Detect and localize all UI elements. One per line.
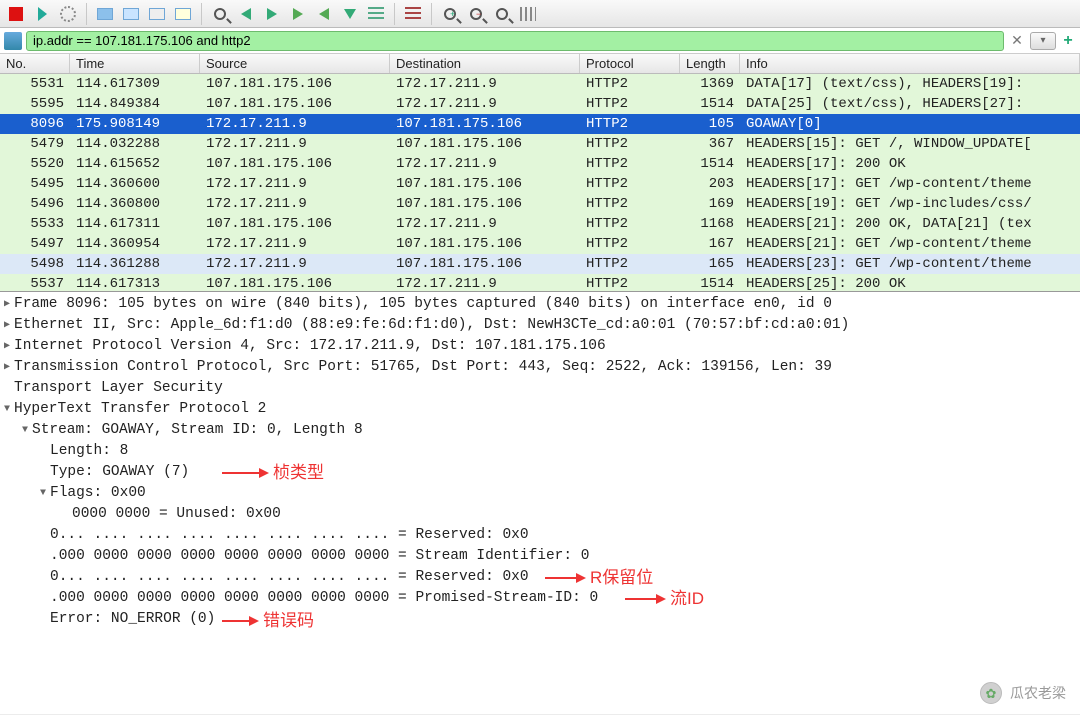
packet-row[interactable]: 5495114.360600172.17.211.9107.181.175.10… — [0, 174, 1080, 194]
col-source[interactable]: Source — [200, 54, 390, 74]
watermark-text: 瓜农老梁 — [1010, 683, 1066, 704]
restart-capture-button[interactable] — [56, 2, 80, 26]
packet-row[interactable]: 5533114.617311107.181.175.106172.17.211.… — [0, 214, 1080, 234]
packet-row[interactable]: 5479114.032288172.17.211.9107.181.175.10… — [0, 134, 1080, 154]
packet-row[interactable]: 5520114.615652107.181.175.106172.17.211.… — [0, 154, 1080, 174]
tree-error[interactable]: Error: NO_ERROR (0) — [0, 609, 1080, 630]
tree-ethernet[interactable]: ▶Ethernet II, Src: Apple_6d:f1:d0 (88:e9… — [0, 315, 1080, 336]
tree-type[interactable]: Type: GOAWAY (7) — [0, 462, 1080, 483]
tree-stream[interactable]: ▼Stream: GOAWAY, Stream ID: 0, Length 8 — [0, 420, 1080, 441]
tree-length[interactable]: Length: 8 — [0, 441, 1080, 462]
display-filter-bar: ✕ + — [0, 28, 1080, 54]
packet-row[interactable]: 5595114.849384107.181.175.106172.17.211.… — [0, 94, 1080, 114]
tree-ip[interactable]: ▶Internet Protocol Version 4, Src: 172.1… — [0, 336, 1080, 357]
packet-list-body[interactable]: 5531114.617309107.181.175.106172.17.211.… — [0, 74, 1080, 292]
tree-tls[interactable]: Transport Layer Security — [0, 378, 1080, 399]
zoom-in-button[interactable] — [438, 2, 462, 26]
tree-reserved1[interactable]: 0... .... .... .... .... .... .... .... … — [0, 525, 1080, 546]
col-protocol[interactable]: Protocol — [580, 54, 680, 74]
tree-http2[interactable]: ▼HyperText Transfer Protocol 2 — [0, 399, 1080, 420]
packet-row[interactable]: 5537114.617313107.181.175.106172.17.211.… — [0, 274, 1080, 292]
col-no[interactable]: No. — [0, 54, 70, 74]
packet-list-header: No. Time Source Destination Protocol Len… — [0, 54, 1080, 74]
zoom-reset-button[interactable] — [490, 2, 514, 26]
start-capture-button[interactable] — [30, 2, 54, 26]
filter-history-dropdown[interactable] — [1030, 32, 1056, 50]
packet-row[interactable]: 5497114.360954172.17.211.9107.181.175.10… — [0, 234, 1080, 254]
tree-unused[interactable]: 0000 0000 = Unused: 0x00 — [0, 504, 1080, 525]
zoom-out-button[interactable] — [464, 2, 488, 26]
stop-capture-button[interactable] — [4, 2, 28, 26]
resize-columns-button[interactable] — [516, 2, 540, 26]
watermark: ✿ 瓜农老梁 — [980, 682, 1066, 704]
tree-flags[interactable]: ▼Flags: 0x00 — [0, 483, 1080, 504]
save-file-button[interactable] — [119, 2, 143, 26]
add-filter-button[interactable]: + — [1060, 32, 1076, 50]
auto-scroll-button[interactable] — [364, 2, 388, 26]
col-time[interactable]: Time — [70, 54, 200, 74]
go-to-button[interactable] — [286, 2, 310, 26]
col-length[interactable]: Length — [680, 54, 740, 74]
tree-frame[interactable]: ▶Frame 8096: 105 bytes on wire (840 bits… — [0, 294, 1080, 315]
tree-reserved2[interactable]: 0... .... .... .... .... .... .... .... … — [0, 567, 1080, 588]
tree-promised[interactable]: .000 0000 0000 0000 0000 0000 0000 0000 … — [0, 588, 1080, 609]
tree-tcp[interactable]: ▶Transmission Control Protocol, Src Port… — [0, 357, 1080, 378]
close-file-button[interactable] — [145, 2, 169, 26]
reload-file-button[interactable] — [171, 2, 195, 26]
go-last-button[interactable] — [338, 2, 362, 26]
watermark-icon: ✿ — [980, 682, 1002, 704]
find-packet-button[interactable] — [208, 2, 232, 26]
packet-row[interactable]: 5498114.361288172.17.211.9107.181.175.10… — [0, 254, 1080, 274]
clear-filter-button[interactable]: ✕ — [1008, 32, 1026, 50]
packet-row[interactable]: 5496114.360800172.17.211.9107.181.175.10… — [0, 194, 1080, 214]
col-info[interactable]: Info — [740, 54, 1080, 74]
go-first-button[interactable] — [312, 2, 336, 26]
tree-streamid[interactable]: .000 0000 0000 0000 0000 0000 0000 0000 … — [0, 546, 1080, 567]
colorize-button[interactable] — [401, 2, 425, 26]
packet-list-pane: No. Time Source Destination Protocol Len… — [0, 54, 1080, 292]
go-next-button[interactable] — [260, 2, 284, 26]
bookmark-filter-icon[interactable] — [4, 32, 22, 50]
col-destination[interactable]: Destination — [390, 54, 580, 74]
main-toolbar — [0, 0, 1080, 28]
open-file-button[interactable] — [93, 2, 117, 26]
packet-details-pane[interactable]: ▶Frame 8096: 105 bytes on wire (840 bits… — [0, 292, 1080, 714]
go-previous-button[interactable] — [234, 2, 258, 26]
display-filter-input[interactable] — [26, 31, 1004, 51]
packet-row[interactable]: 8096175.908149172.17.211.9107.181.175.10… — [0, 114, 1080, 134]
packet-row[interactable]: 5531114.617309107.181.175.106172.17.211.… — [0, 74, 1080, 94]
